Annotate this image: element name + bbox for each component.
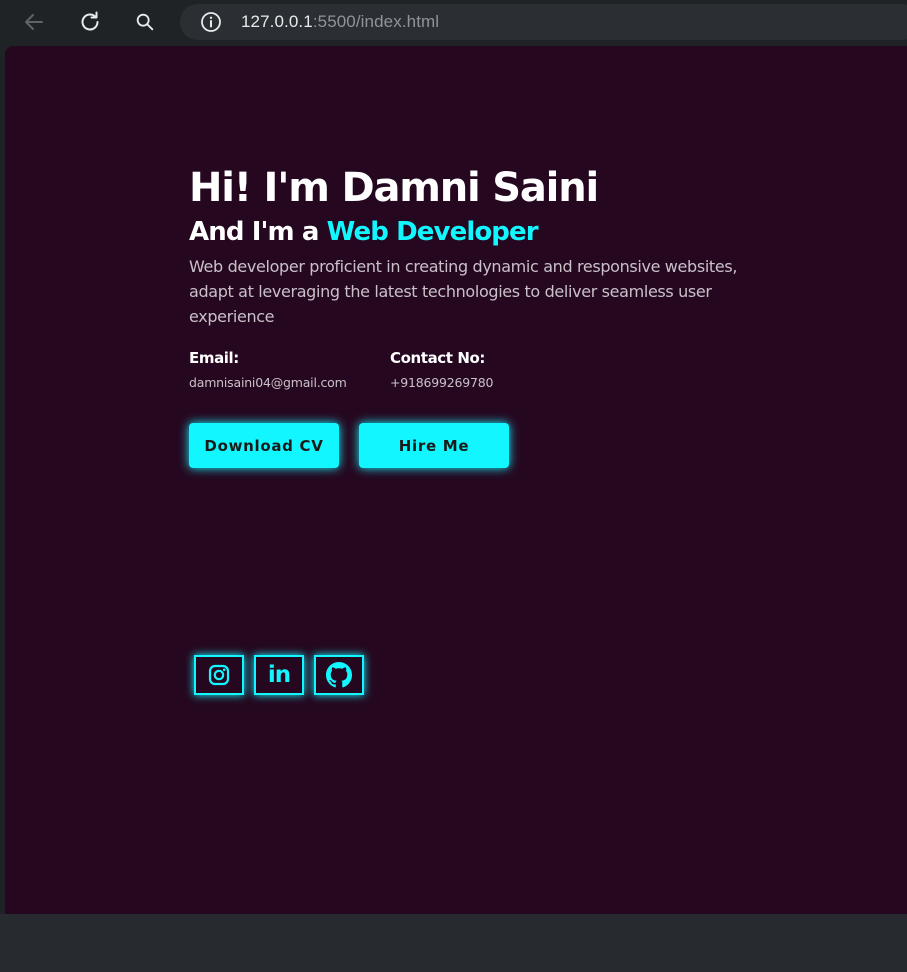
- instagram-icon: [208, 664, 230, 686]
- url-path: :5500/index.html: [312, 12, 440, 31]
- email-label: Email:: [189, 349, 239, 367]
- contact-info: Email: damnisaini04@gmail.com Contact No…: [189, 348, 829, 400]
- phone-value: +918699269780: [390, 375, 494, 390]
- role-text: Web Developer: [326, 217, 539, 247]
- info-icon[interactable]: [200, 11, 222, 33]
- email-value: damnisaini04@gmail.com: [189, 375, 347, 390]
- hero-subtitle: And I'm a Web Developer: [189, 215, 829, 249]
- phone-block: Contact No: +918699269780: [390, 348, 590, 400]
- bottom-bar: [0, 914, 907, 972]
- search-button[interactable]: [131, 8, 159, 36]
- instagram-link[interactable]: [194, 655, 244, 695]
- back-arrow-icon: [25, 14, 43, 30]
- linkedin-link[interactable]: in: [254, 655, 304, 695]
- search-icon: [136, 13, 154, 31]
- phone-label: Contact No:: [390, 349, 486, 367]
- hero-description: Web developer proficient in creating dyn…: [189, 257, 738, 326]
- reload-button[interactable]: [76, 8, 104, 36]
- hero-section: Hi! I'm Damni Saini And I'm a Web Develo…: [189, 162, 829, 468]
- reload-icon: [81, 11, 99, 31]
- back-button[interactable]: [20, 8, 48, 36]
- hero-title: Hi! I'm Damni Saini: [189, 165, 599, 211]
- github-link[interactable]: [314, 655, 364, 695]
- github-icon: [326, 662, 352, 688]
- download-cv-button[interactable]: Download CV: [189, 423, 339, 468]
- browser-toolbar: 127.0.0.1:5500/index.html: [0, 0, 907, 44]
- url-text[interactable]: 127.0.0.1:5500/index.html: [241, 12, 439, 32]
- subtitle-prefix: And I'm a: [189, 217, 327, 247]
- linkedin-icon: in: [267, 661, 291, 688]
- url-host: 127.0.0.1: [241, 12, 313, 31]
- social-links: in: [194, 655, 364, 695]
- address-bar[interactable]: 127.0.0.1:5500/index.html: [180, 4, 907, 40]
- hire-me-button[interactable]: Hire Me: [359, 423, 509, 468]
- cta-buttons: Download CV Hire Me: [189, 423, 829, 468]
- email-block: Email: damnisaini04@gmail.com: [189, 348, 390, 400]
